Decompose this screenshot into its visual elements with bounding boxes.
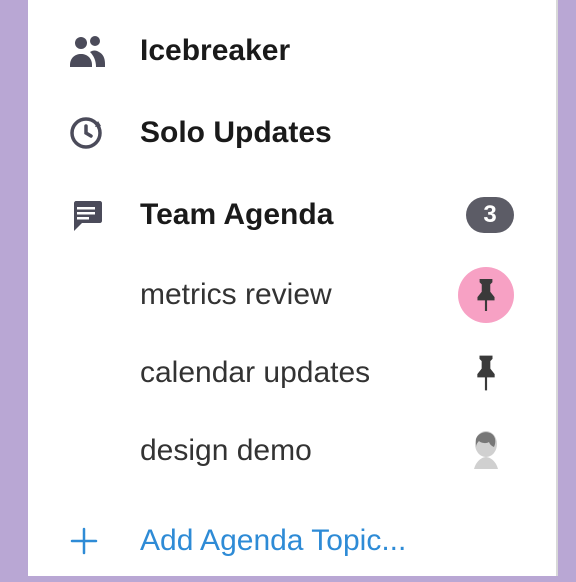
- section-label: Icebreaker: [140, 34, 290, 68]
- agenda-item[interactable]: calendar updates: [28, 334, 556, 412]
- agenda-item[interactable]: design demo: [28, 412, 556, 490]
- people-icon: [68, 34, 140, 68]
- section-team-agenda[interactable]: Team Agenda 3: [28, 174, 556, 256]
- sidebar-panel: Icebreaker Solo Updates Team Agenda 3 me…: [28, 0, 558, 576]
- agenda-item-label: calendar updates: [140, 356, 370, 390]
- agenda-item-label: metrics review: [140, 278, 332, 312]
- pinned-badge[interactable]: [458, 267, 514, 323]
- section-solo-updates[interactable]: Solo Updates: [28, 92, 556, 174]
- section-label: Team Agenda: [140, 198, 333, 232]
- agenda-item[interactable]: metrics review: [28, 256, 556, 334]
- pin-icon: [473, 279, 499, 311]
- add-agenda-topic-button[interactable]: Add Agenda Topic...: [28, 500, 556, 582]
- section-icebreaker[interactable]: Icebreaker: [28, 10, 556, 92]
- avatar[interactable]: [458, 429, 514, 473]
- refresh-clock-icon: [68, 115, 140, 151]
- count-badge: 3: [466, 197, 514, 233]
- comment-icon: [68, 197, 140, 233]
- plus-icon: [68, 525, 140, 557]
- add-agenda-label: Add Agenda Topic...: [140, 524, 406, 558]
- pin-icon[interactable]: [458, 355, 514, 391]
- agenda-item-label: design demo: [140, 434, 312, 468]
- section-label: Solo Updates: [140, 116, 332, 150]
